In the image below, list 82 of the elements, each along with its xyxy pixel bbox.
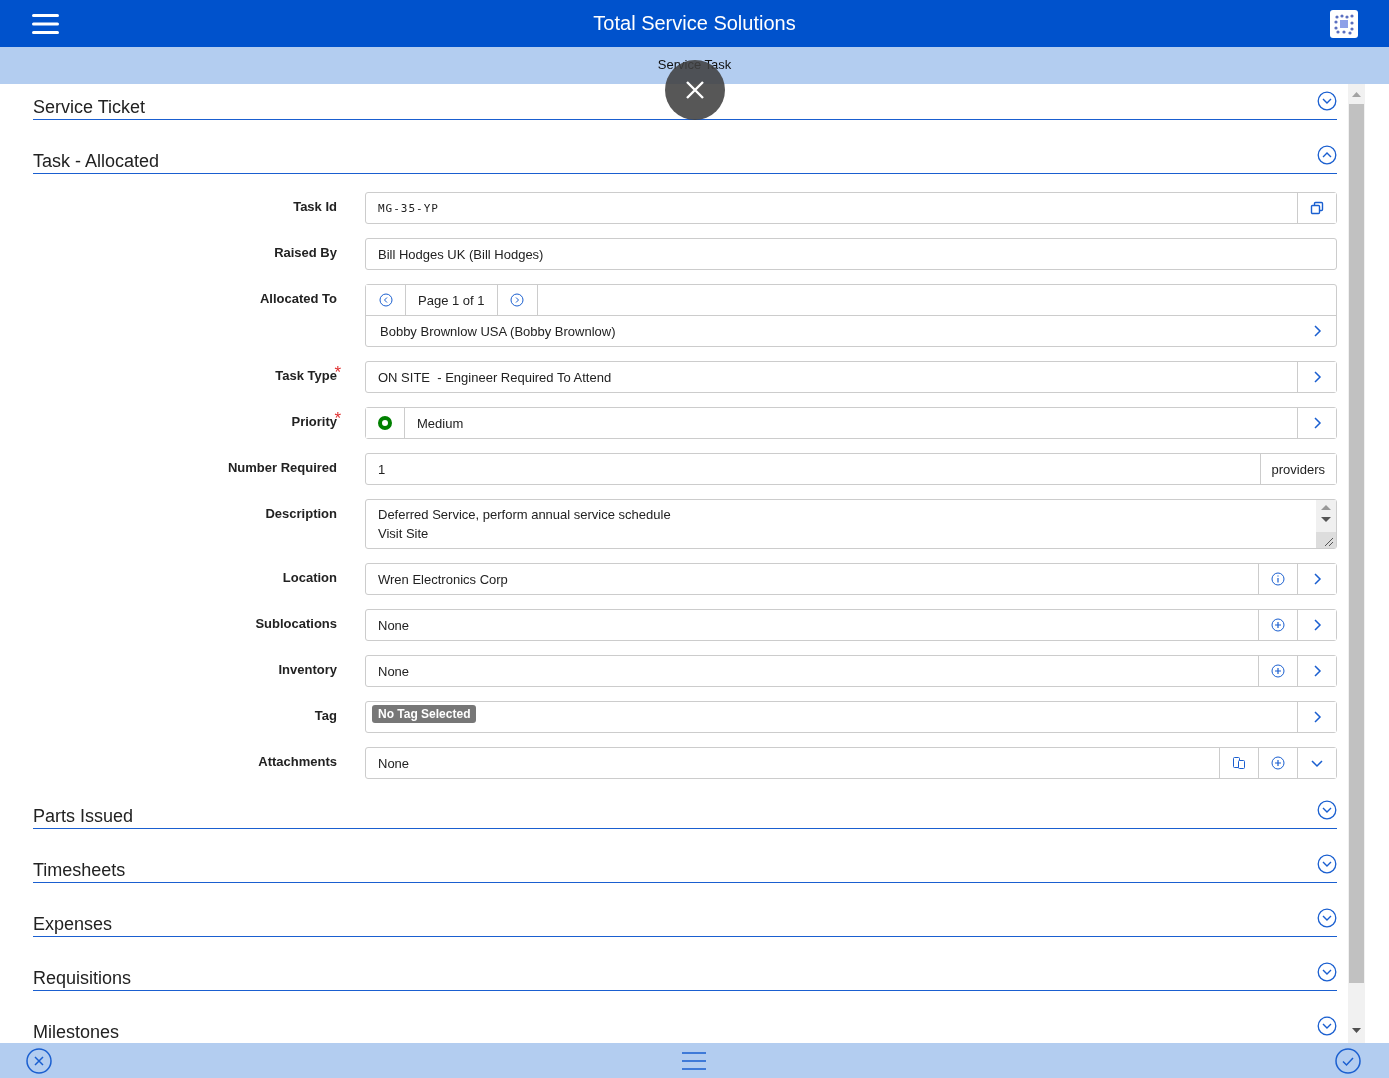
- open-button[interactable]: [1297, 656, 1336, 686]
- expand-icon[interactable]: [1317, 962, 1337, 982]
- textarea-scrollbar[interactable]: [1316, 500, 1336, 548]
- field-value: Bobby Brownlow USA (Bobby Brownlow): [380, 323, 616, 339]
- chevron-left-circle-icon: [378, 293, 393, 307]
- field-value: Wren Electronics Corp: [378, 571, 508, 587]
- scrollbar[interactable]: [1348, 84, 1365, 1043]
- input-field[interactable]: No Tag Selected: [365, 701, 1337, 733]
- field-label: Task Id: [293, 199, 337, 214]
- expand-icon[interactable]: [1317, 91, 1337, 111]
- input-field[interactable]: None: [365, 747, 1337, 779]
- previous-page-button[interactable]: [366, 285, 406, 315]
- expand-icon[interactable]: [1317, 854, 1337, 874]
- collapse-icon[interactable]: [1317, 145, 1337, 165]
- plus-circle-icon: [1271, 756, 1285, 770]
- input-field[interactable]: Wren Electronics Corp: [365, 563, 1337, 595]
- chevron-right-icon: [1312, 370, 1322, 384]
- chevron-right-icon: [1312, 618, 1322, 632]
- input-field[interactable]: None: [365, 655, 1337, 687]
- field-value: Bill Hodges UK (Bill Hodges): [378, 246, 544, 262]
- open-button[interactable]: [1297, 362, 1336, 392]
- section-title: Milestones: [33, 1022, 120, 1042]
- input-field[interactable]: Deferred Service, perform annual service schedule Visit Site: [365, 499, 1337, 549]
- expand-icon[interactable]: [1317, 1016, 1337, 1036]
- field-value: None: [378, 663, 410, 679]
- field-label: Sublocations: [255, 616, 337, 631]
- copy-icon: [1310, 201, 1324, 215]
- field-value: 1: [378, 461, 386, 477]
- unit-label: providers: [1259, 454, 1336, 484]
- close-icon: [685, 80, 705, 100]
- field-value: MG-35-YP: [378, 201, 439, 215]
- field-value: Medium: [417, 415, 464, 431]
- section-title: Parts Issued: [33, 806, 134, 826]
- chevron-right-icon: [1312, 710, 1322, 724]
- field-label: Tag: [314, 708, 337, 723]
- menu-icon[interactable]: [32, 12, 59, 35]
- files-icon: [1232, 756, 1246, 770]
- plus-circle-icon: [1271, 664, 1285, 678]
- tag-chip: No Tag Selected: [372, 705, 477, 723]
- input-field[interactable]: 1 providers: [365, 453, 1337, 485]
- field-label: Allocated To: [259, 291, 337, 306]
- info-icon: [1271, 572, 1285, 586]
- section-title: Timesheets: [33, 860, 126, 880]
- section-title: Service Ticket: [33, 97, 146, 117]
- field-value: None: [378, 755, 410, 771]
- section-title: Requisitions: [33, 968, 132, 988]
- expand-icon[interactable]: [1317, 908, 1337, 928]
- chevron-right-icon[interactable]: [1312, 324, 1322, 338]
- plus-circle-icon: [1271, 618, 1285, 632]
- section-title: Task - Allocated: [33, 151, 160, 171]
- field-value: None: [378, 617, 410, 633]
- field-label: Attachments: [258, 754, 337, 769]
- open-button[interactable]: [1297, 702, 1336, 732]
- open-button[interactable]: [1297, 564, 1336, 594]
- open-button[interactable]: [1297, 408, 1336, 438]
- field-value: Deferred Service, perform annual service schedule Visit Site: [378, 506, 671, 543]
- confirm-icon[interactable]: [1335, 1047, 1361, 1074]
- field-value: ON SITE - Engineer Required To Attend: [378, 369, 612, 385]
- cancel-icon[interactable]: [26, 1047, 52, 1074]
- app-title: Total Service Solutions: [593, 12, 796, 35]
- input-field[interactable]: Page 1 of 1 Bobby Brownlow USA (Bobby Brownlow): [365, 284, 1337, 347]
- expand-button[interactable]: [1297, 748, 1336, 778]
- input-field[interactable]: MG-35-YP: [365, 192, 1337, 224]
- chevron-right-icon: [1312, 664, 1322, 678]
- input-field[interactable]: ON SITE - Engineer Required To Attend: [365, 361, 1337, 393]
- section-title: Expenses: [33, 914, 113, 934]
- input-field[interactable]: None: [365, 609, 1337, 641]
- expand-icon[interactable]: [1317, 800, 1337, 820]
- chevron-right-icon: [1312, 416, 1322, 430]
- chevron-right-circle-icon: [510, 293, 524, 307]
- grid-logo-icon[interactable]: [1330, 9, 1358, 38]
- field-label: Location: [282, 570, 337, 585]
- field-label: Number Required: [227, 460, 337, 475]
- chevron-right-icon: [1312, 572, 1322, 586]
- open-button[interactable]: [1297, 610, 1336, 640]
- input-field[interactable]: Medium: [365, 407, 1337, 439]
- field-label: Raised By: [274, 245, 337, 260]
- copy-button[interactable]: [1297, 193, 1336, 223]
- field-label: Description: [265, 506, 337, 521]
- input-field[interactable]: Bill Hodges UK (Bill Hodges): [365, 238, 1337, 270]
- chevron-down-icon: [1310, 758, 1324, 768]
- field-label: Inventory: [278, 662, 337, 677]
